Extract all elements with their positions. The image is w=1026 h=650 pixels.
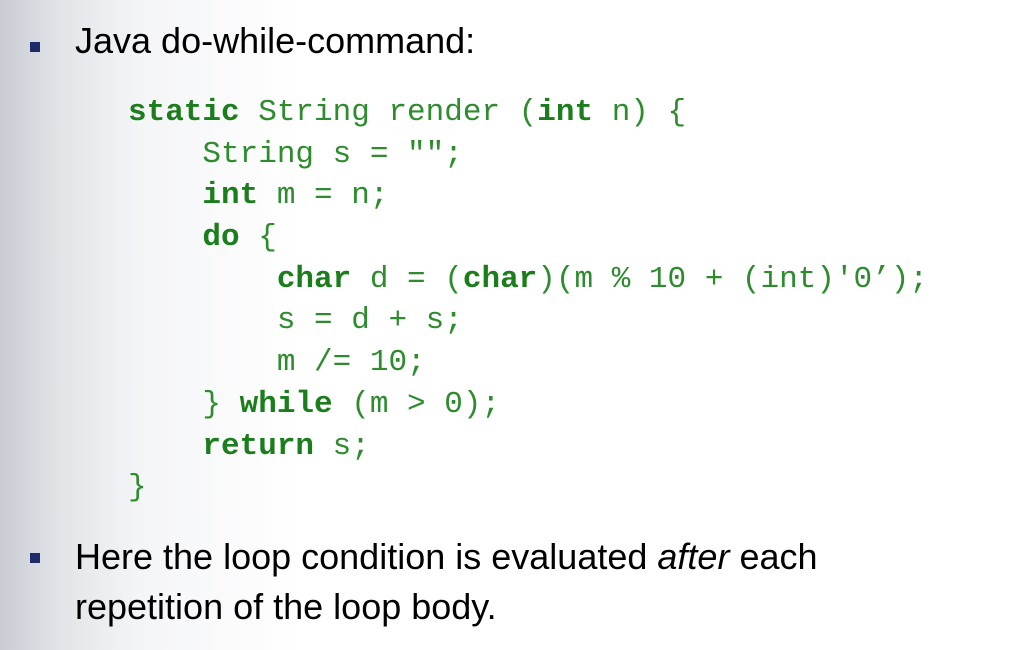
code-keyword: char: [276, 261, 352, 297]
code-token: )(m % 10 + (int)'0’);: [537, 261, 928, 297]
code-token: }: [128, 470, 147, 506]
code-keyword: int: [537, 95, 594, 130]
code-token: m /= 10;: [128, 345, 426, 381]
code-token: n) {: [593, 95, 687, 130]
code-line: m /= 10;: [128, 342, 928, 384]
code-line: char d = (char)(m % 10 + (int)'0’);: [128, 259, 928, 301]
code-line: s = d + s;: [128, 300, 928, 342]
code-keyword: char: [462, 261, 538, 297]
code-keyword: static: [128, 95, 240, 130]
paragraph-emphasis: after: [657, 536, 730, 577]
code-token: String render (: [239, 95, 538, 130]
code-token: (m > 0);: [332, 386, 501, 422]
code-token: d = (: [351, 261, 463, 297]
code-line: int m = n;: [128, 175, 928, 217]
bullet-heading: Java do-while-command:: [75, 20, 476, 61]
code-token: s;: [314, 428, 370, 464]
paragraph-text-before: Here the loop condition is evaluated: [75, 536, 658, 577]
code-token: String s = "";: [128, 136, 463, 172]
code-block: static String render (int n) { String s …: [128, 92, 928, 509]
code-line: }: [128, 467, 928, 509]
code-line: static String render (int n) {: [128, 92, 928, 134]
code-token: s = d + s;: [128, 303, 463, 339]
bullet-square-icon: [30, 42, 40, 52]
code-token: m = n;: [258, 178, 389, 214]
code-keyword: do: [202, 220, 240, 256]
bullet-square-icon: [30, 553, 40, 563]
code-line: } while (m > 0);: [128, 384, 928, 426]
code-line: String s = "";: [128, 134, 928, 176]
code-line: do {: [128, 217, 928, 259]
code-keyword: int: [202, 178, 259, 214]
bullet-paragraph: Here the loop condition is evaluated aft…: [75, 532, 975, 632]
code-line: return s;: [128, 426, 928, 468]
code-keyword: while: [239, 386, 333, 422]
code-token: }: [128, 386, 240, 422]
code-token: {: [239, 220, 277, 256]
code-keyword: return: [202, 428, 315, 464]
